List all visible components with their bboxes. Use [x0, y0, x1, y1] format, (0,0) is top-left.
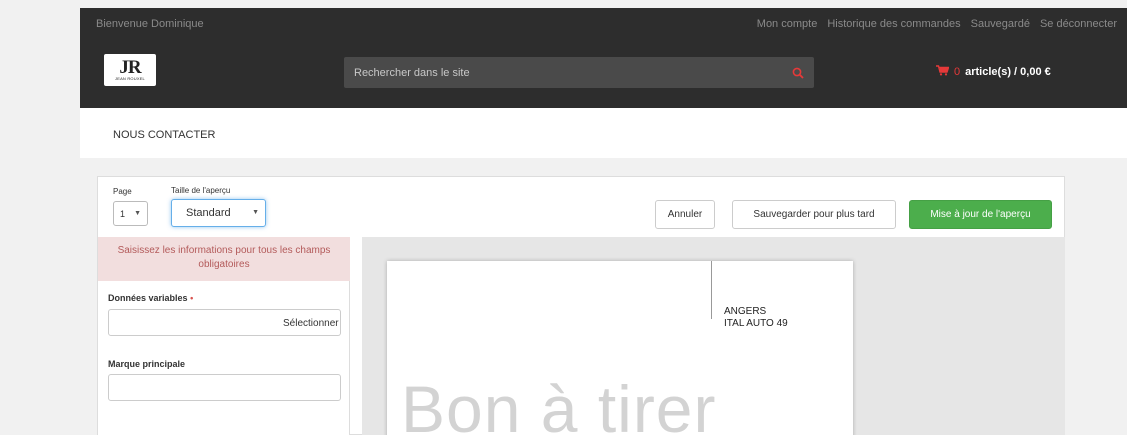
proof-sheet: ANGERS ITAL AUTO 49 Bon à tirer [387, 261, 853, 435]
required-marker: • [190, 293, 194, 303]
variable-data-label-text: Données variables [108, 293, 188, 303]
cart-count: 0 [954, 66, 961, 78]
proof-watermark: Bon à tirer [401, 372, 717, 435]
variable-data-input[interactable] [108, 309, 272, 336]
page-label: Page [113, 187, 132, 196]
search-bar [344, 57, 814, 88]
chevron-down-icon: ▼ [134, 209, 141, 217]
logo[interactable]: JR JEAN ROUXEL [104, 54, 156, 86]
address-block: ANGERS ITAL AUTO 49 [724, 306, 788, 330]
logo-mark: JR [119, 57, 141, 78]
search-input[interactable] [344, 57, 774, 88]
address-line-1: ANGERS [724, 306, 767, 317]
editor-panel: Page 1 ▼ Taille de l'aperçu Standard ▼ A… [97, 176, 1065, 435]
brand-label: Marque principale [108, 359, 186, 369]
page-select[interactable]: 1 ▼ [113, 201, 148, 226]
chevron-down-icon: ▼ [252, 209, 259, 217]
cart-label: article(s) / 0,00 € [965, 66, 1051, 78]
form-column: Saisissez les informations pour tous les… [98, 237, 350, 435]
address-line-2: ITAL AUTO 49 [724, 318, 788, 329]
save-later-button[interactable]: Sauvegarder pour plus tard [732, 200, 896, 229]
size-select[interactable]: Standard ▼ [171, 199, 266, 227]
page-select-value: 1 [120, 208, 126, 219]
cart-icon [936, 65, 950, 79]
nav-bar: NOUS CONTACTER [80, 108, 1127, 158]
size-label: Taille de l'aperçu [171, 186, 231, 195]
fold-line [711, 261, 712, 319]
update-preview-button[interactable]: Mise à jour de l'aperçu [909, 200, 1052, 229]
my-account-link[interactable]: Mon compte [757, 18, 818, 30]
size-select-value: Standard [186, 207, 231, 219]
required-fields-alert: Saisissez les informations pour tous les… [98, 237, 350, 281]
select-button[interactable]: Sélectionner [271, 309, 341, 336]
brand-input[interactable] [108, 374, 341, 401]
saved-link[interactable]: Sauvegardé [971, 18, 1030, 30]
header-bar: Bienvenue Dominique Mon compte Historiqu… [80, 8, 1127, 108]
account-links: Mon compte Historique des commandes Sauv… [757, 18, 1117, 30]
preview-area: ANGERS ITAL AUTO 49 Bon à tirer [362, 237, 1065, 435]
order-history-link[interactable]: Historique des commandes [827, 18, 960, 30]
logout-link[interactable]: Se déconnecter [1040, 18, 1117, 30]
nav-contact-link[interactable]: NOUS CONTACTER [113, 129, 215, 141]
variable-data-label: Données variables • [108, 293, 193, 303]
cart-summary[interactable]: 0 article(s) / 0,00 € [936, 65, 1051, 79]
welcome-text: Bienvenue Dominique [96, 18, 204, 30]
logo-text: JEAN ROUXEL [115, 76, 145, 81]
search-icon[interactable] [788, 63, 808, 83]
cancel-button[interactable]: Annuler [655, 200, 715, 229]
